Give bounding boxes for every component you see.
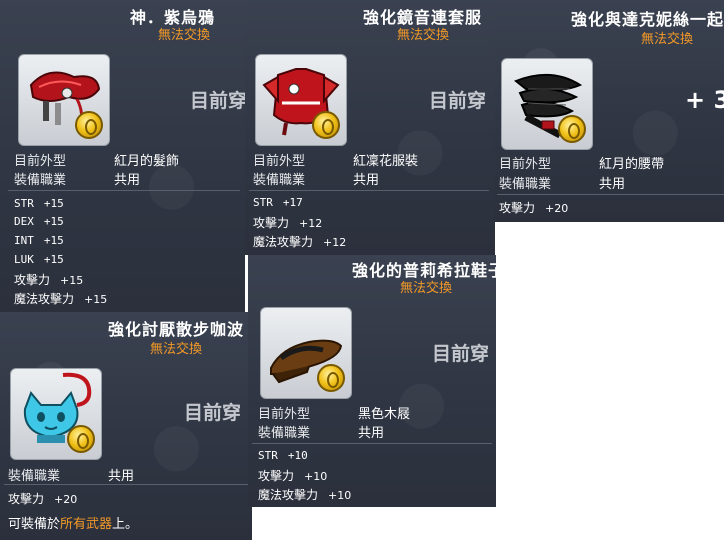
- stat-row: STR +10: [258, 449, 308, 462]
- current-equipped-label: 目前穿: [429, 90, 487, 112]
- coin-icon: [312, 111, 340, 139]
- trade-status: 無法交換: [400, 281, 453, 296]
- item-icon-frame: [501, 58, 593, 150]
- stat-row: 攻擊力 +20: [499, 201, 569, 215]
- stat-row: STR +15: [14, 197, 64, 210]
- appearance-value: 紅月的腰帶: [599, 157, 665, 172]
- item-tooltip-outfit: 強化鏡音連套服 無法交換 目前穿 目前外型 紅凜花服裝 裝備職業 共用 STR +…: [245, 0, 495, 255]
- appearance-label: 目前外型: [14, 154, 67, 169]
- coin-icon: [75, 111, 103, 139]
- stat-row: 攻擊力 +20: [8, 492, 78, 506]
- stat-row: 魔法攻擊力 +12: [253, 235, 347, 249]
- item-tooltip-belt: 強化與達克妮絲一起 無法交換 + 3 目前外型 紅月的腰帶 裝備職業 共用 攻擊…: [495, 0, 724, 222]
- job-label: 裝備職業: [499, 177, 552, 192]
- job-label: 裝備職業: [258, 426, 311, 441]
- trade-status: 無法交換: [397, 28, 450, 43]
- item-icon-frame: [18, 54, 110, 146]
- trade-status: 無法交換: [158, 28, 211, 43]
- job-value: 共用: [108, 469, 135, 484]
- item-icon-frame: [255, 54, 347, 146]
- job-label: 裝備職業: [14, 173, 67, 188]
- stat-row: 魔法攻擊力 +10: [258, 488, 352, 502]
- item-tooltip-weapon-cover: 強化討厭散步咖波 無法交換 目前穿 裝備職業 共用 攻擊力 +20 可裝備於所有武…: [0, 312, 252, 540]
- stat-row: DEX +15: [14, 215, 64, 228]
- current-equipped-label: 目前穿: [184, 402, 242, 424]
- appearance-label: 目前外型: [258, 407, 311, 422]
- job-value: 共用: [358, 426, 385, 441]
- divider: [252, 443, 492, 444]
- appearance-label: 目前外型: [499, 157, 552, 172]
- appearance-value: 紅凜花服裝: [353, 154, 419, 169]
- current-equipped-label: 目前穿: [190, 90, 245, 112]
- stat-row: 攻擊力 +12: [253, 216, 323, 230]
- coin-icon: [317, 364, 345, 392]
- stat-row: INT +15: [14, 234, 64, 247]
- item-icon-frame: [260, 307, 352, 399]
- item-tooltip-shoes: 強化的普莉希拉鞋子 無法交換 目前穿 目前外型 黑色木屐 裝備職業 共用 STR…: [248, 255, 496, 507]
- coin-icon: [558, 115, 586, 143]
- coin-icon: [67, 425, 95, 453]
- job-value: 共用: [114, 173, 141, 188]
- current-equipped-label: 目前穿: [432, 343, 490, 365]
- job-label: 裝備職業: [8, 469, 61, 484]
- job-value: 共用: [353, 173, 380, 188]
- divider: [249, 190, 489, 191]
- item-title: 強化討厭散步咖波: [108, 320, 245, 339]
- stat-row: 攻擊力 +10: [258, 469, 328, 483]
- stat-row: STR +17: [253, 196, 303, 209]
- item-title: 強化與達克妮絲一起: [571, 10, 724, 29]
- stat-row: 魔法攻擊力 +15: [14, 292, 108, 306]
- trade-status: 無法交換: [641, 32, 694, 47]
- trade-status: 無法交換: [150, 342, 203, 357]
- item-tooltip-hair-ornament: 神．紫烏鴉 無法交換 目前穿 目前外型 紅月的髮飾 裝備職業 共用 STR +15…: [0, 0, 245, 312]
- appearance-label: 目前外型: [253, 154, 306, 169]
- stat-row: 攻擊力 +15: [14, 273, 84, 287]
- equip-note: 可裝備於所有武器上。: [8, 517, 139, 532]
- plus-indicator: + 3: [685, 86, 724, 114]
- stat-row: LUK +15: [14, 253, 64, 266]
- appearance-value: 黑色木屐: [358, 407, 411, 422]
- divider: [4, 484, 248, 485]
- divider: [497, 194, 724, 195]
- job-value: 共用: [599, 177, 626, 192]
- appearance-value: 紅月的髮飾: [114, 154, 180, 169]
- job-label: 裝備職業: [253, 173, 306, 188]
- item-icon-frame: [10, 368, 102, 460]
- divider: [8, 190, 240, 191]
